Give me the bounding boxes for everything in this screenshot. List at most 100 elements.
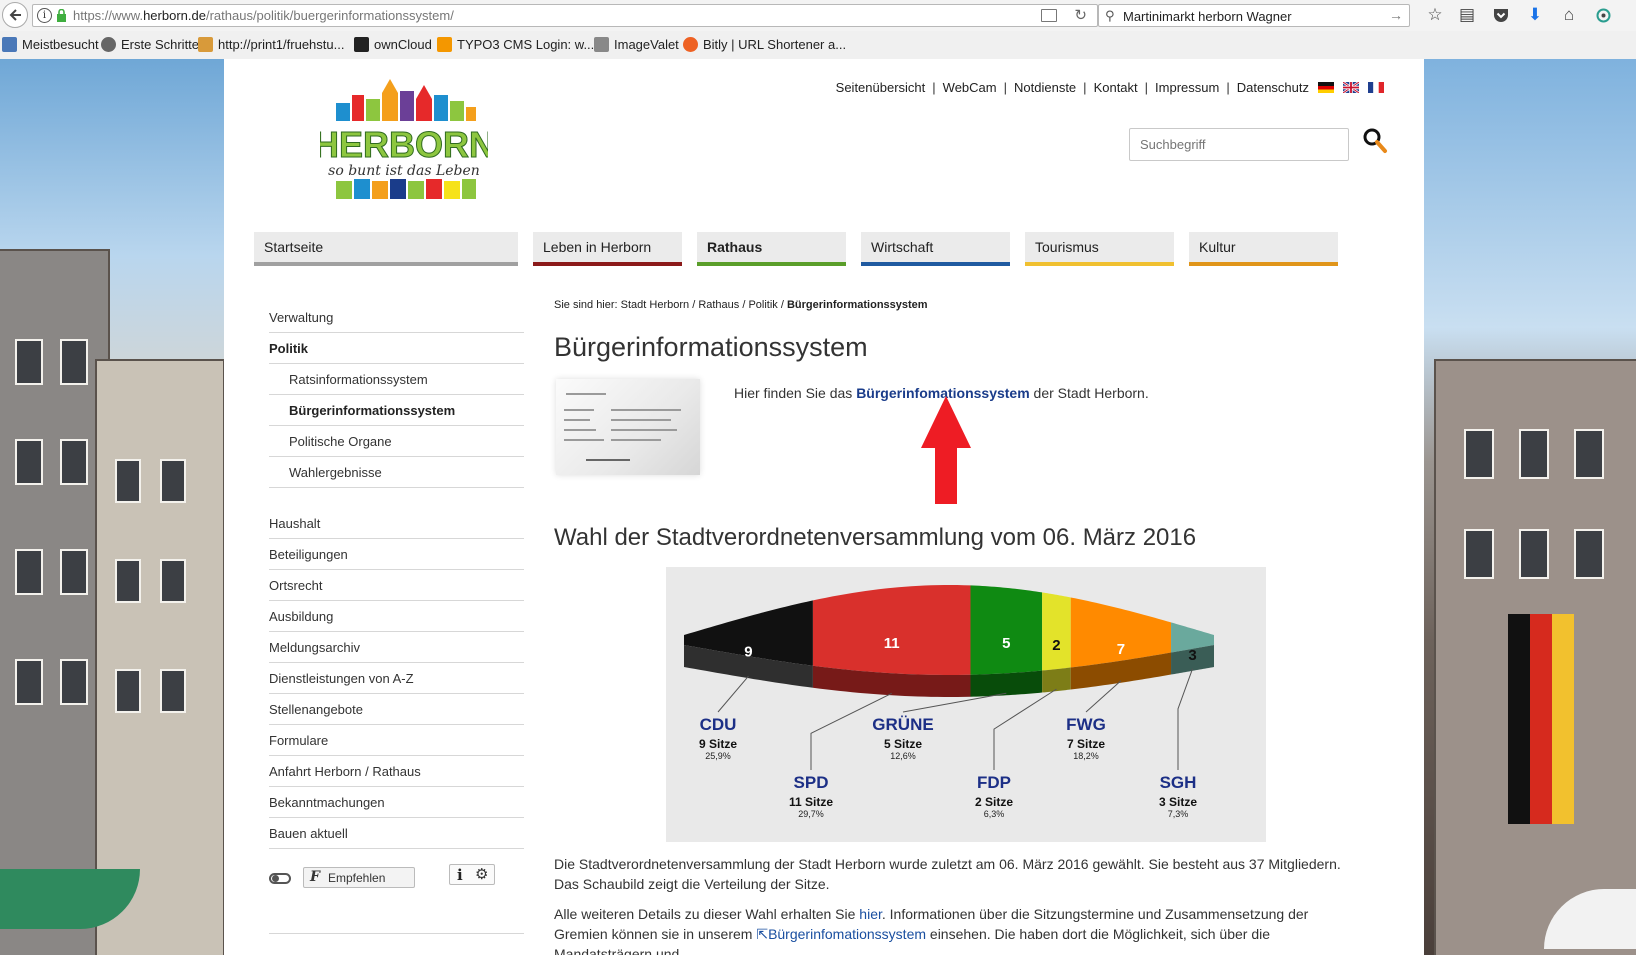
tab-wirtschaft[interactable]: Wirtschaft [861, 232, 1010, 266]
meta-link-seitenuebersicht[interactable]: Seitenübersicht [836, 80, 926, 95]
herborn-logo-image: HERBORN so bunt ist das Leben [312, 79, 496, 199]
uk-flag-icon[interactable] [1343, 82, 1359, 93]
chart-segment-side-fdp [1042, 667, 1071, 693]
subnav-item-bekanntmachungen[interactable]: Bekanntmachungen [269, 787, 524, 818]
tab-rathaus[interactable]: Rathaus [697, 232, 846, 266]
bookmark-bitly[interactable]: Bitly | URL Shortener a... [683, 37, 846, 52]
privacy-toggle[interactable] [269, 873, 291, 884]
lock-icon [57, 9, 66, 22]
french-flag-icon[interactable] [1368, 82, 1384, 93]
svg-text:so bunt ist das Leben: so bunt ist das Leben [328, 163, 480, 179]
bookmarks-menu-icon[interactable]: ▤ [1456, 4, 1478, 26]
pocket-icon[interactable] [1490, 4, 1512, 26]
subnav-item-formulare[interactable]: Formulare [269, 725, 524, 756]
reload-icon[interactable]: ↻ [1074, 6, 1087, 24]
subnav-item-meldungsarchiv[interactable]: Meldungsarchiv [269, 632, 524, 663]
tab-startseite[interactable]: Startseite [254, 232, 518, 266]
german-flag-icon[interactable] [1318, 82, 1334, 93]
meta-link-webcam[interactable]: WebCam [943, 80, 997, 95]
subnav-item-dienstleistungen[interactable]: Dienstleistungen von A-Z [269, 663, 524, 694]
main-content: Sie sind hier: Stadt Herborn / Rathaus /… [554, 299, 1354, 955]
subnav-item-anfahrt[interactable]: Anfahrt Herborn / Rathaus [269, 756, 524, 787]
details-here-link[interactable]: hier [859, 906, 882, 922]
site-info-icon[interactable]: i [37, 8, 52, 23]
sub-navigation: Verwaltung Politik Ratsinformationssyste… [269, 302, 524, 849]
chart-party-name-fdp: FDP [977, 773, 1011, 792]
tab-leben-in-herborn[interactable]: Leben in Herborn [533, 232, 682, 266]
breadcrumb-link-stadt-herborn[interactable]: Stadt Herborn [621, 299, 689, 311]
herborn-logo[interactable]: HERBORN so bunt ist das Leben [312, 77, 496, 203]
bookmarks-toolbar: Meistbesucht Erste Schritte http://print… [0, 31, 1636, 59]
subnav-item-ratsinformationssystem[interactable]: Ratsinformationssystem [269, 364, 524, 395]
browser-navbar: i https://www.herborn.de/rathaus/politik… [0, 0, 1636, 31]
subnav-item-beteiligungen[interactable]: Beteiligungen [269, 539, 524, 570]
extension-icon[interactable] [1592, 4, 1614, 26]
election-details: Alle weiteren Details zu dieser Wahl erh… [554, 906, 1309, 955]
cloud-icon [354, 37, 369, 52]
separator: | [1226, 80, 1230, 95]
browser-search-bar[interactable]: ⚲ Martinimarkt herborn Wagner → [1098, 4, 1410, 27]
bookmark-print1[interactable]: http://print1/fruehstu... [198, 37, 344, 52]
bookmark-star-icon[interactable]: ☆ [1424, 4, 1446, 26]
page: HERBORN so bunt ist das Leben Seitenüber… [224, 59, 1424, 955]
red-arrow-annotation [921, 396, 971, 504]
bookmark-meistbesucht[interactable]: Meistbesucht [2, 37, 99, 52]
chart-seat-count-fwg: 7 [1117, 641, 1125, 658]
typo3-icon [437, 37, 452, 52]
gear-icon[interactable]: ⚙ [475, 865, 488, 883]
subnav-item-ortsrecht[interactable]: Ortsrecht [269, 570, 524, 601]
browser-search-query: Martinimarkt herborn Wagner [1123, 9, 1292, 24]
bookmark-imagevalet[interactable]: ImageValet [594, 37, 679, 52]
bookmark-owncloud[interactable]: ownCloud [354, 37, 432, 52]
chart-party-name-cdu: CDU [700, 715, 737, 734]
divider [269, 933, 524, 934]
chart-party-name-spd: SPD [794, 773, 829, 792]
meta-link-datenschutz[interactable]: Datenschutz [1237, 80, 1309, 95]
subnav-item-bauen-aktuell[interactable]: Bauen aktuell [269, 818, 524, 849]
chart-party-percent-spd: 29,7% [798, 809, 824, 819]
chart-segment-grüne [970, 585, 1043, 675]
meta-link-notdienste[interactable]: Notdienste [1014, 80, 1076, 95]
reader-view-icon[interactable] [1041, 9, 1057, 22]
subnav-item-ausbildung[interactable]: Ausbildung [269, 601, 524, 632]
subnav-item-haushalt[interactable]: Haushalt [269, 508, 524, 539]
back-button[interactable] [2, 2, 28, 28]
subnav-item-politik[interactable]: Politik [269, 333, 524, 364]
search-icon: ⚲ [1105, 8, 1115, 23]
chart-party-percent-sgh: 7,3% [1168, 809, 1189, 819]
bookmark-erste-schritte[interactable]: Erste Schritte [101, 37, 199, 52]
home-icon[interactable]: ⌂ [1558, 4, 1580, 26]
chart-party-seats-fwg: 7 Sitze [1067, 737, 1105, 751]
buergerinformationssystem-inline-link[interactable]: ⇱Bürgerinfomationssystem [756, 926, 926, 942]
bookmark-typo3[interactable]: TYPO3 CMS Login: w... [437, 37, 594, 52]
subnav-item-verwaltung[interactable]: Verwaltung [269, 302, 524, 333]
meta-link-impressum[interactable]: Impressum [1155, 80, 1219, 95]
folder-icon [2, 37, 17, 52]
url-bar[interactable]: i https://www.herborn.de/rathaus/politik… [32, 4, 1098, 27]
chart-party-percent-cdu: 25,9% [705, 751, 731, 761]
chart-seat-count-cdu: 9 [744, 643, 752, 660]
subnav-item-politische-organe[interactable]: Politische Organe [269, 426, 524, 457]
tab-tourismus[interactable]: Tourismus [1025, 232, 1174, 266]
separator: | [1144, 80, 1149, 95]
chart-party-name-grüne: GRÜNE [872, 715, 933, 734]
seat-distribution-chart: 9 CDU 9 Sitze 25,9% 11 SPD 11 Sitze 29,7% 5 GRÜNE… [666, 567, 1266, 842]
social-info-settings[interactable]: i ⚙ [449, 864, 495, 885]
bread-icon [198, 37, 213, 52]
breadcrumb-link-politik[interactable]: Politik [748, 299, 777, 311]
info-icon[interactable]: i [457, 866, 463, 884]
subnav-item-stellenangebote[interactable]: Stellenangebote [269, 694, 524, 725]
site-search-button[interactable] [1362, 127, 1388, 155]
chart-seat-count-fdp: 2 [1052, 637, 1060, 654]
empfehlen-button[interactable]: F Empfehlen [303, 867, 415, 888]
separator: | [932, 80, 936, 95]
tab-kultur[interactable]: Kultur [1189, 232, 1338, 266]
chart-leader-line-sgh [1177, 668, 1193, 770]
downloads-icon[interactable]: ⬇ [1524, 4, 1546, 26]
subnav-item-buergerinformationssystem[interactable]: Bürgerinformationssystem [269, 395, 524, 426]
breadcrumb-link-rathaus[interactable]: Rathaus [698, 299, 739, 311]
site-search-input[interactable] [1129, 128, 1349, 161]
search-go-icon[interactable]: → [1389, 7, 1403, 23]
subnav-item-wahlergebnisse[interactable]: Wahlergebnisse [269, 457, 524, 488]
meta-link-kontakt[interactable]: Kontakt [1094, 80, 1138, 95]
